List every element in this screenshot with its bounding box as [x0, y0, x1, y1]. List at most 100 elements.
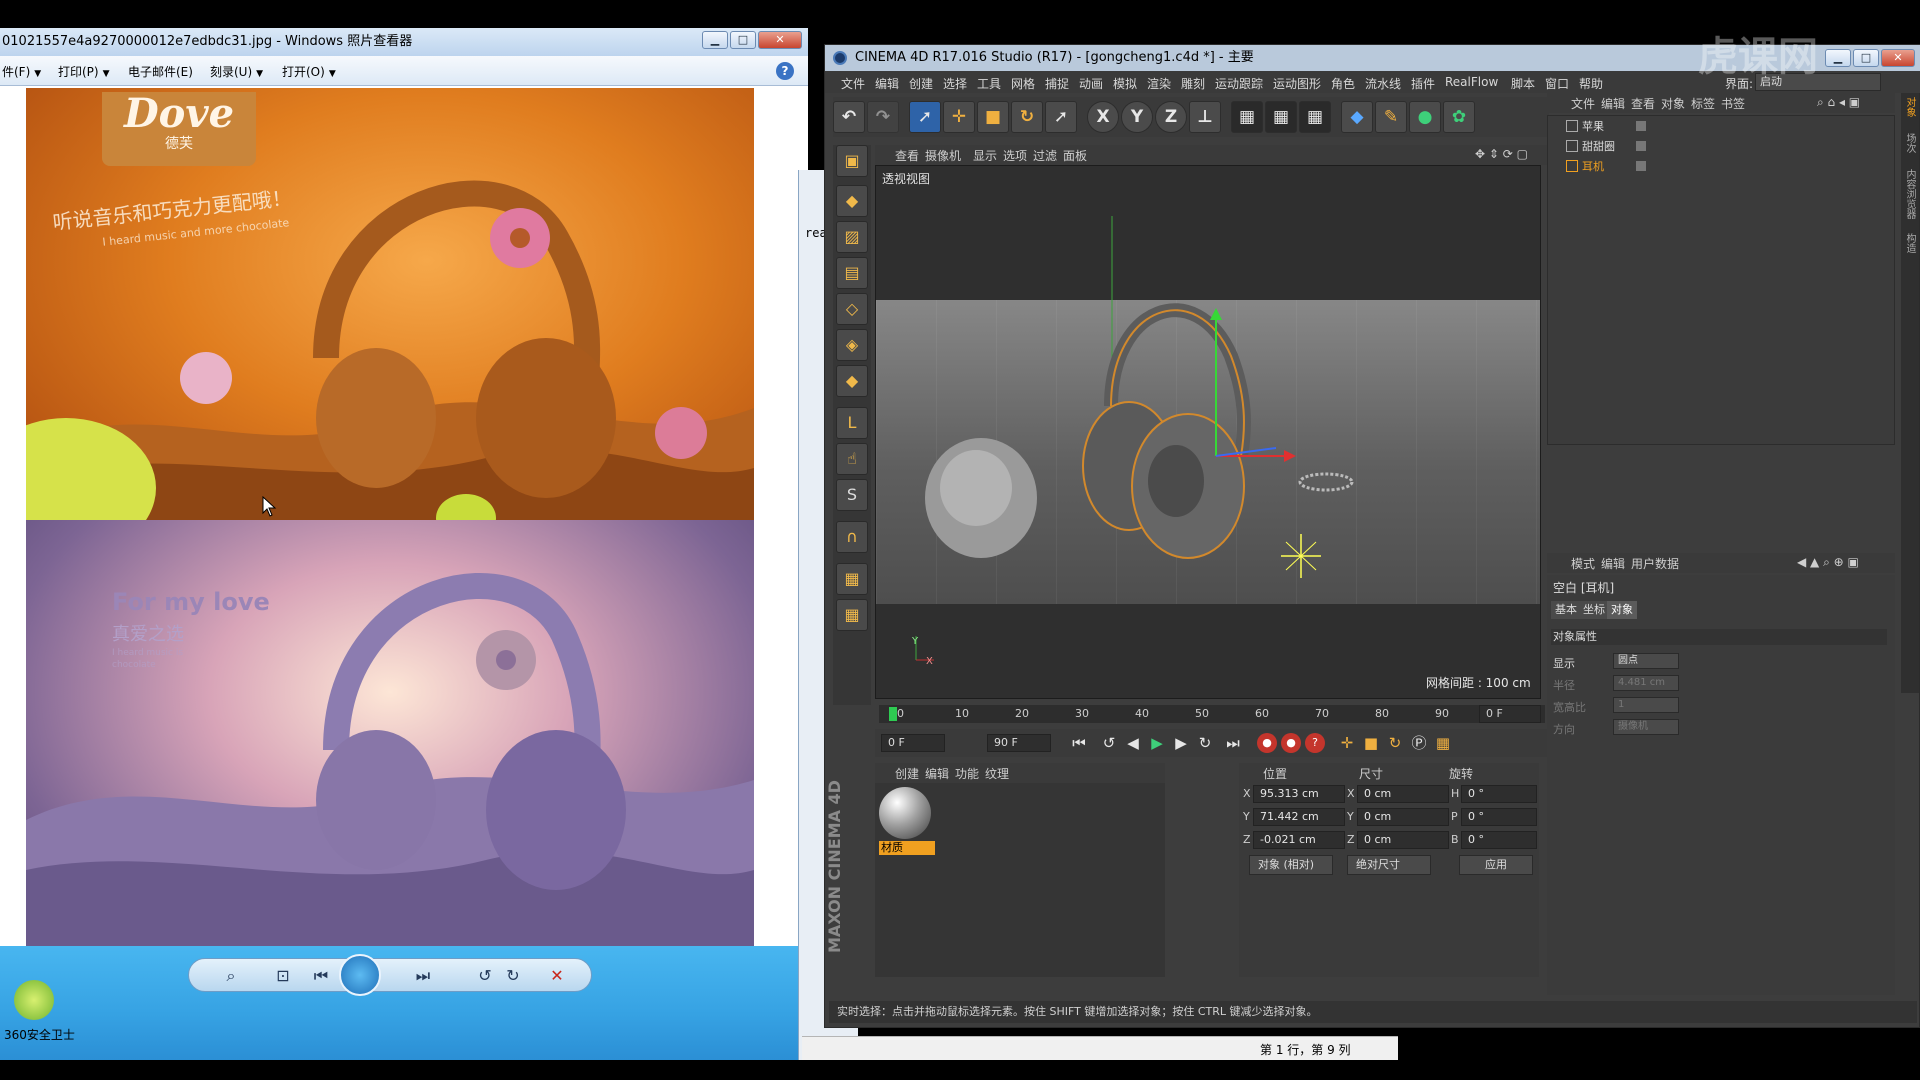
workplane-align-icon[interactable]: ▦ [836, 599, 868, 631]
delete-icon[interactable]: ✕ [545, 964, 569, 988]
subdivision-icon[interactable]: ● [1409, 101, 1441, 133]
next-icon[interactable]: ⏭ [411, 964, 435, 988]
rotate-icon[interactable]: ↻ [1011, 101, 1043, 133]
coord-mode-select[interactable]: 对象 (相对) [1249, 855, 1333, 875]
keyframe-selection-icon[interactable]: ? [1305, 733, 1325, 753]
actual-size-icon[interactable]: ⊡ [271, 964, 295, 988]
c4d-minimize-button[interactable]: ▁ [1825, 49, 1851, 67]
rotation-h-field[interactable]: 0 ° [1461, 785, 1537, 803]
c4d-menu-motion-tracker[interactable]: 运动跟踪 [1215, 75, 1263, 92]
redo-icon[interactable]: ↷ [867, 101, 899, 133]
attr-radius-field[interactable]: 4.481 cm [1613, 675, 1679, 691]
rotation-p-field[interactable]: 0 ° [1461, 808, 1537, 826]
axis-icon[interactable]: L [836, 407, 868, 439]
rotate-ccw-icon[interactable]: ↺ [473, 964, 497, 988]
side-tab-takes[interactable]: 场次 [1903, 133, 1917, 153]
start-frame-field[interactable]: 0 F [881, 734, 945, 752]
key-scale-icon[interactable]: ■ [1359, 731, 1383, 755]
c4d-menu-tools[interactable]: 工具 [977, 75, 1001, 92]
polygons-mode-icon[interactable]: ◆ [836, 365, 868, 397]
prev-frame-icon[interactable]: ◀ [1121, 731, 1145, 755]
next-frame-icon[interactable]: ▶ [1169, 731, 1193, 755]
scale-icon[interactable]: ■ [977, 101, 1009, 133]
visibility-icon[interactable] [1636, 121, 1646, 131]
tab-coord[interactable]: 坐标 [1579, 601, 1609, 619]
c4d-menu-snap[interactable]: 捕捉 [1045, 75, 1069, 92]
current-frame-field[interactable]: 0 F [1479, 705, 1541, 723]
c4d-menu-mograph[interactable]: 运动图形 [1273, 75, 1321, 92]
side-tab-objects[interactable]: 对象 [1903, 97, 1917, 117]
mat-menu-edit[interactable]: 编辑 [925, 765, 949, 782]
attr-display-select[interactable]: 圆点 [1613, 653, 1679, 669]
key-position-icon[interactable]: ✛ [1335, 731, 1359, 755]
material-preview[interactable] [879, 787, 931, 839]
key-pla-icon[interactable]: ▦ [1431, 731, 1455, 755]
lock-z-icon[interactable]: Z [1155, 101, 1187, 133]
menu-file[interactable]: 件(F) ▼ [2, 63, 41, 80]
c4d-menu-create[interactable]: 创建 [909, 75, 933, 92]
key-parameter-icon[interactable]: Ⓟ [1407, 731, 1431, 755]
viewport-nav-icons[interactable]: ✥ ⇕ ⟳ ▢ [1475, 147, 1528, 161]
object-row-headphones[interactable]: 耳机 [1552, 158, 1892, 176]
vp-menu-view[interactable]: 查看 [895, 147, 919, 164]
menu-open[interactable]: 打开(O) ▼ [282, 63, 336, 80]
rotate-cw-icon[interactable]: ↻ [501, 964, 525, 988]
tweak-icon[interactable]: ☝ [836, 443, 868, 475]
perspective-viewport[interactable]: 透视视图 网格间距 : 100 cm Y X [875, 165, 1541, 699]
om-menu-objects[interactable]: 对象 [1661, 95, 1685, 112]
c4d-menu-select[interactable]: 选择 [943, 75, 967, 92]
c4d-menu-file[interactable]: 文件 [841, 75, 865, 92]
side-tab-structure[interactable]: 构造 [1903, 233, 1917, 253]
play-icon[interactable]: ▶ [1145, 731, 1169, 755]
slideshow-button[interactable] [339, 954, 381, 996]
c4d-menu-render[interactable]: 渲染 [1147, 75, 1171, 92]
rotation-b-field[interactable]: 0 ° [1461, 831, 1537, 849]
size-mode-select[interactable]: 绝对尺寸 [1347, 855, 1431, 875]
texture-mode-icon[interactable]: ▨ [836, 221, 868, 253]
mat-menu-texture[interactable]: 纹理 [985, 765, 1009, 782]
previous-icon[interactable]: ⏮ [309, 964, 333, 988]
go-to-end-icon[interactable]: ⏭ [1221, 731, 1245, 755]
visibility-icon[interactable] [1636, 141, 1646, 151]
render-settings-icon[interactable]: ▦ [1299, 101, 1331, 133]
coordinate-system-icon[interactable]: ⊥ [1189, 101, 1221, 133]
prev-key-icon[interactable]: ↺ [1097, 731, 1121, 755]
attr-aspect-field[interactable]: 1 [1613, 697, 1679, 713]
security-app-icon[interactable] [14, 980, 54, 1020]
live-select-icon[interactable]: ➚ [909, 101, 941, 133]
menu-print[interactable]: 打印(P) ▼ [58, 63, 110, 80]
size-y-field[interactable]: 0 cm [1357, 808, 1449, 826]
workplane-lock-icon[interactable]: ▦ [836, 563, 868, 595]
am-nav-icons[interactable]: ◀ ▲ ⌕ ⊕ ▣ [1797, 555, 1859, 570]
render-view-icon[interactable]: ▦ [1231, 101, 1263, 133]
c4d-menu-animate[interactable]: 动画 [1079, 75, 1103, 92]
points-mode-icon[interactable]: ◇ [836, 293, 868, 325]
key-rotation-icon[interactable]: ↻ [1383, 731, 1407, 755]
om-menu-bookmarks[interactable]: 书签 [1721, 95, 1745, 112]
c4d-menu-help[interactable]: 帮助 [1579, 75, 1603, 92]
om-menu-view[interactable]: 查看 [1631, 95, 1655, 112]
make-editable-icon[interactable]: ▣ [836, 145, 868, 177]
size-x-field[interactable]: 0 cm [1357, 785, 1449, 803]
model-mode-icon[interactable]: ◆ [836, 185, 868, 217]
maximize-button[interactable]: □ [730, 31, 756, 49]
render-picture-viewer-icon[interactable]: ▦ [1265, 101, 1297, 133]
record-icon[interactable]: ● [1257, 733, 1277, 753]
om-menu-file[interactable]: 文件 [1571, 95, 1595, 112]
om-search-icon[interactable]: ⌕ ⌂ ◂ ▣ [1817, 95, 1860, 110]
minimize-button[interactable]: ▁ [702, 31, 728, 49]
om-menu-edit[interactable]: 编辑 [1601, 95, 1625, 112]
cloner-icon[interactable]: ✿ [1443, 101, 1475, 133]
edges-mode-icon[interactable]: ◈ [836, 329, 868, 361]
menu-burn[interactable]: 刻录(U) ▼ [210, 63, 263, 80]
vp-menu-display[interactable]: 显示 [973, 147, 997, 164]
next-key-icon[interactable]: ↻ [1193, 731, 1217, 755]
magnet-icon[interactable]: ∩ [836, 521, 868, 553]
end-frame-field[interactable]: 90 F [987, 734, 1051, 752]
material-name[interactable]: 材质 [879, 841, 935, 855]
position-x-field[interactable]: 95.313 cm [1253, 785, 1345, 803]
position-z-field[interactable]: -0.021 cm [1253, 831, 1345, 849]
vp-menu-panel[interactable]: 面板 [1063, 147, 1087, 164]
mat-menu-function[interactable]: 功能 [955, 765, 979, 782]
c4d-menu-pipeline[interactable]: 流水线 [1365, 75, 1401, 92]
